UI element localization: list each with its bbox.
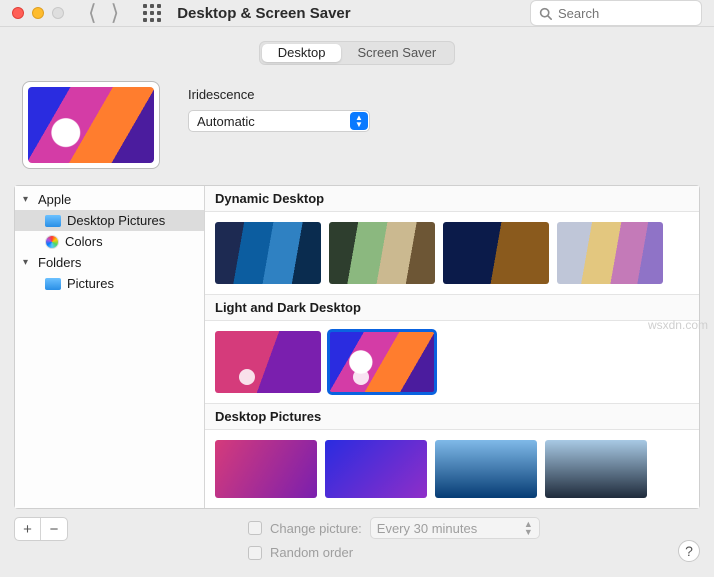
close-window-button[interactable] (12, 7, 24, 19)
split-panel: ▾ Apple Desktop Pictures Colors ▾ Folder… (14, 185, 700, 509)
back-button[interactable]: ⟨ (88, 2, 97, 24)
sidebar-item-colors[interactable]: Colors (15, 231, 204, 252)
section-dynamic-desktop: Dynamic Desktop (205, 186, 699, 212)
tab-screen-saver[interactable]: Screen Saver (341, 44, 452, 62)
nav-arrows: ⟨ ⟩ (88, 2, 119, 24)
wallpaper-thumb[interactable] (435, 440, 537, 498)
zoom-window-button[interactable] (52, 7, 64, 19)
wallpaper-thumb[interactable] (325, 440, 427, 498)
change-interval-value: Every 30 minutes (377, 521, 477, 536)
change-picture-label: Change picture: (270, 521, 362, 536)
current-wallpaper-preview (22, 81, 160, 169)
minimize-window-button[interactable] (32, 7, 44, 19)
change-picture-checkbox[interactable] (248, 521, 262, 535)
wallpaper-thumb[interactable] (215, 331, 321, 393)
random-order-checkbox[interactable] (248, 546, 262, 560)
sidebar-item-label: Colors (65, 234, 103, 249)
wallpaper-gallery: Dynamic Desktop Light and Dark Desktop D… (205, 186, 699, 508)
search-input[interactable] (558, 6, 693, 21)
window-traffic-lights (12, 7, 64, 19)
tab-switcher: Desktop Screen Saver (259, 41, 455, 65)
sidebar-item-desktop-pictures[interactable]: Desktop Pictures (15, 210, 204, 231)
chevron-down-icon: ▾ (23, 194, 33, 205)
change-interval-select[interactable]: Every 30 minutes ▲▼ (370, 517, 540, 539)
wallpaper-thumb[interactable] (545, 440, 647, 498)
source-sidebar: ▾ Apple Desktop Pictures Colors ▾ Folder… (15, 186, 205, 508)
wallpaper-thumb[interactable] (215, 222, 321, 284)
window-title: Desktop & Screen Saver (177, 5, 350, 22)
search-field[interactable] (530, 0, 702, 26)
show-all-prefs-button[interactable] (143, 4, 161, 22)
appearance-mode-value: Automatic (197, 114, 255, 129)
sidebar-group-label: Folders (38, 255, 81, 270)
toolbar: ⟨ ⟩ Desktop & Screen Saver (0, 0, 714, 27)
appearance-mode-select[interactable]: Automatic ▲▼ (188, 110, 370, 132)
prefs-window: ⟨ ⟩ Desktop & Screen Saver Desktop Scree… (0, 0, 714, 577)
section-light-dark: Light and Dark Desktop (205, 294, 699, 321)
help-button[interactable]: ? (678, 540, 700, 562)
folder-icon (45, 215, 61, 227)
add-folder-button[interactable]: + (15, 518, 41, 540)
wallpaper-thumb[interactable] (557, 222, 663, 284)
wallpaper-thumb[interactable] (443, 222, 549, 284)
section-desktop-pictures: Desktop Pictures (205, 403, 699, 430)
chevron-up-down-icon: ▲▼ (350, 112, 368, 130)
sidebar-item-pictures[interactable]: Pictures (15, 273, 204, 294)
wallpaper-name: Iridescence (188, 87, 370, 102)
tab-desktop[interactable]: Desktop (262, 44, 342, 62)
folder-icon (45, 278, 61, 290)
sidebar-item-label: Pictures (67, 276, 114, 291)
search-icon (539, 7, 552, 20)
add-remove-group: + − (14, 517, 68, 541)
watermark: wsxdn.com (648, 318, 708, 332)
wallpaper-image (28, 87, 154, 163)
remove-folder-button[interactable]: − (41, 518, 67, 540)
main-panel: Desktop Screen Saver Iridescence Automat… (0, 27, 714, 584)
wallpaper-thumb[interactable] (215, 440, 317, 498)
wallpaper-thumb-selected[interactable] (329, 331, 435, 393)
change-options: Change picture: Every 30 minutes ▲▼ Rand… (248, 517, 540, 560)
color-wheel-icon (45, 235, 59, 249)
footer: + − Change picture: Every 30 minutes ▲▼ … (14, 509, 700, 560)
sidebar-group-apple[interactable]: ▾ Apple (15, 189, 204, 210)
random-order-label: Random order (270, 545, 353, 560)
wallpaper-thumb[interactable] (329, 222, 435, 284)
forward-button[interactable]: ⟩ (111, 2, 120, 24)
chevron-down-icon: ▾ (23, 257, 33, 268)
sidebar-item-label: Desktop Pictures (67, 213, 165, 228)
sidebar-group-label: Apple (38, 192, 71, 207)
chevron-up-down-icon: ▲▼ (524, 520, 533, 536)
sidebar-group-folders[interactable]: ▾ Folders (15, 252, 204, 273)
